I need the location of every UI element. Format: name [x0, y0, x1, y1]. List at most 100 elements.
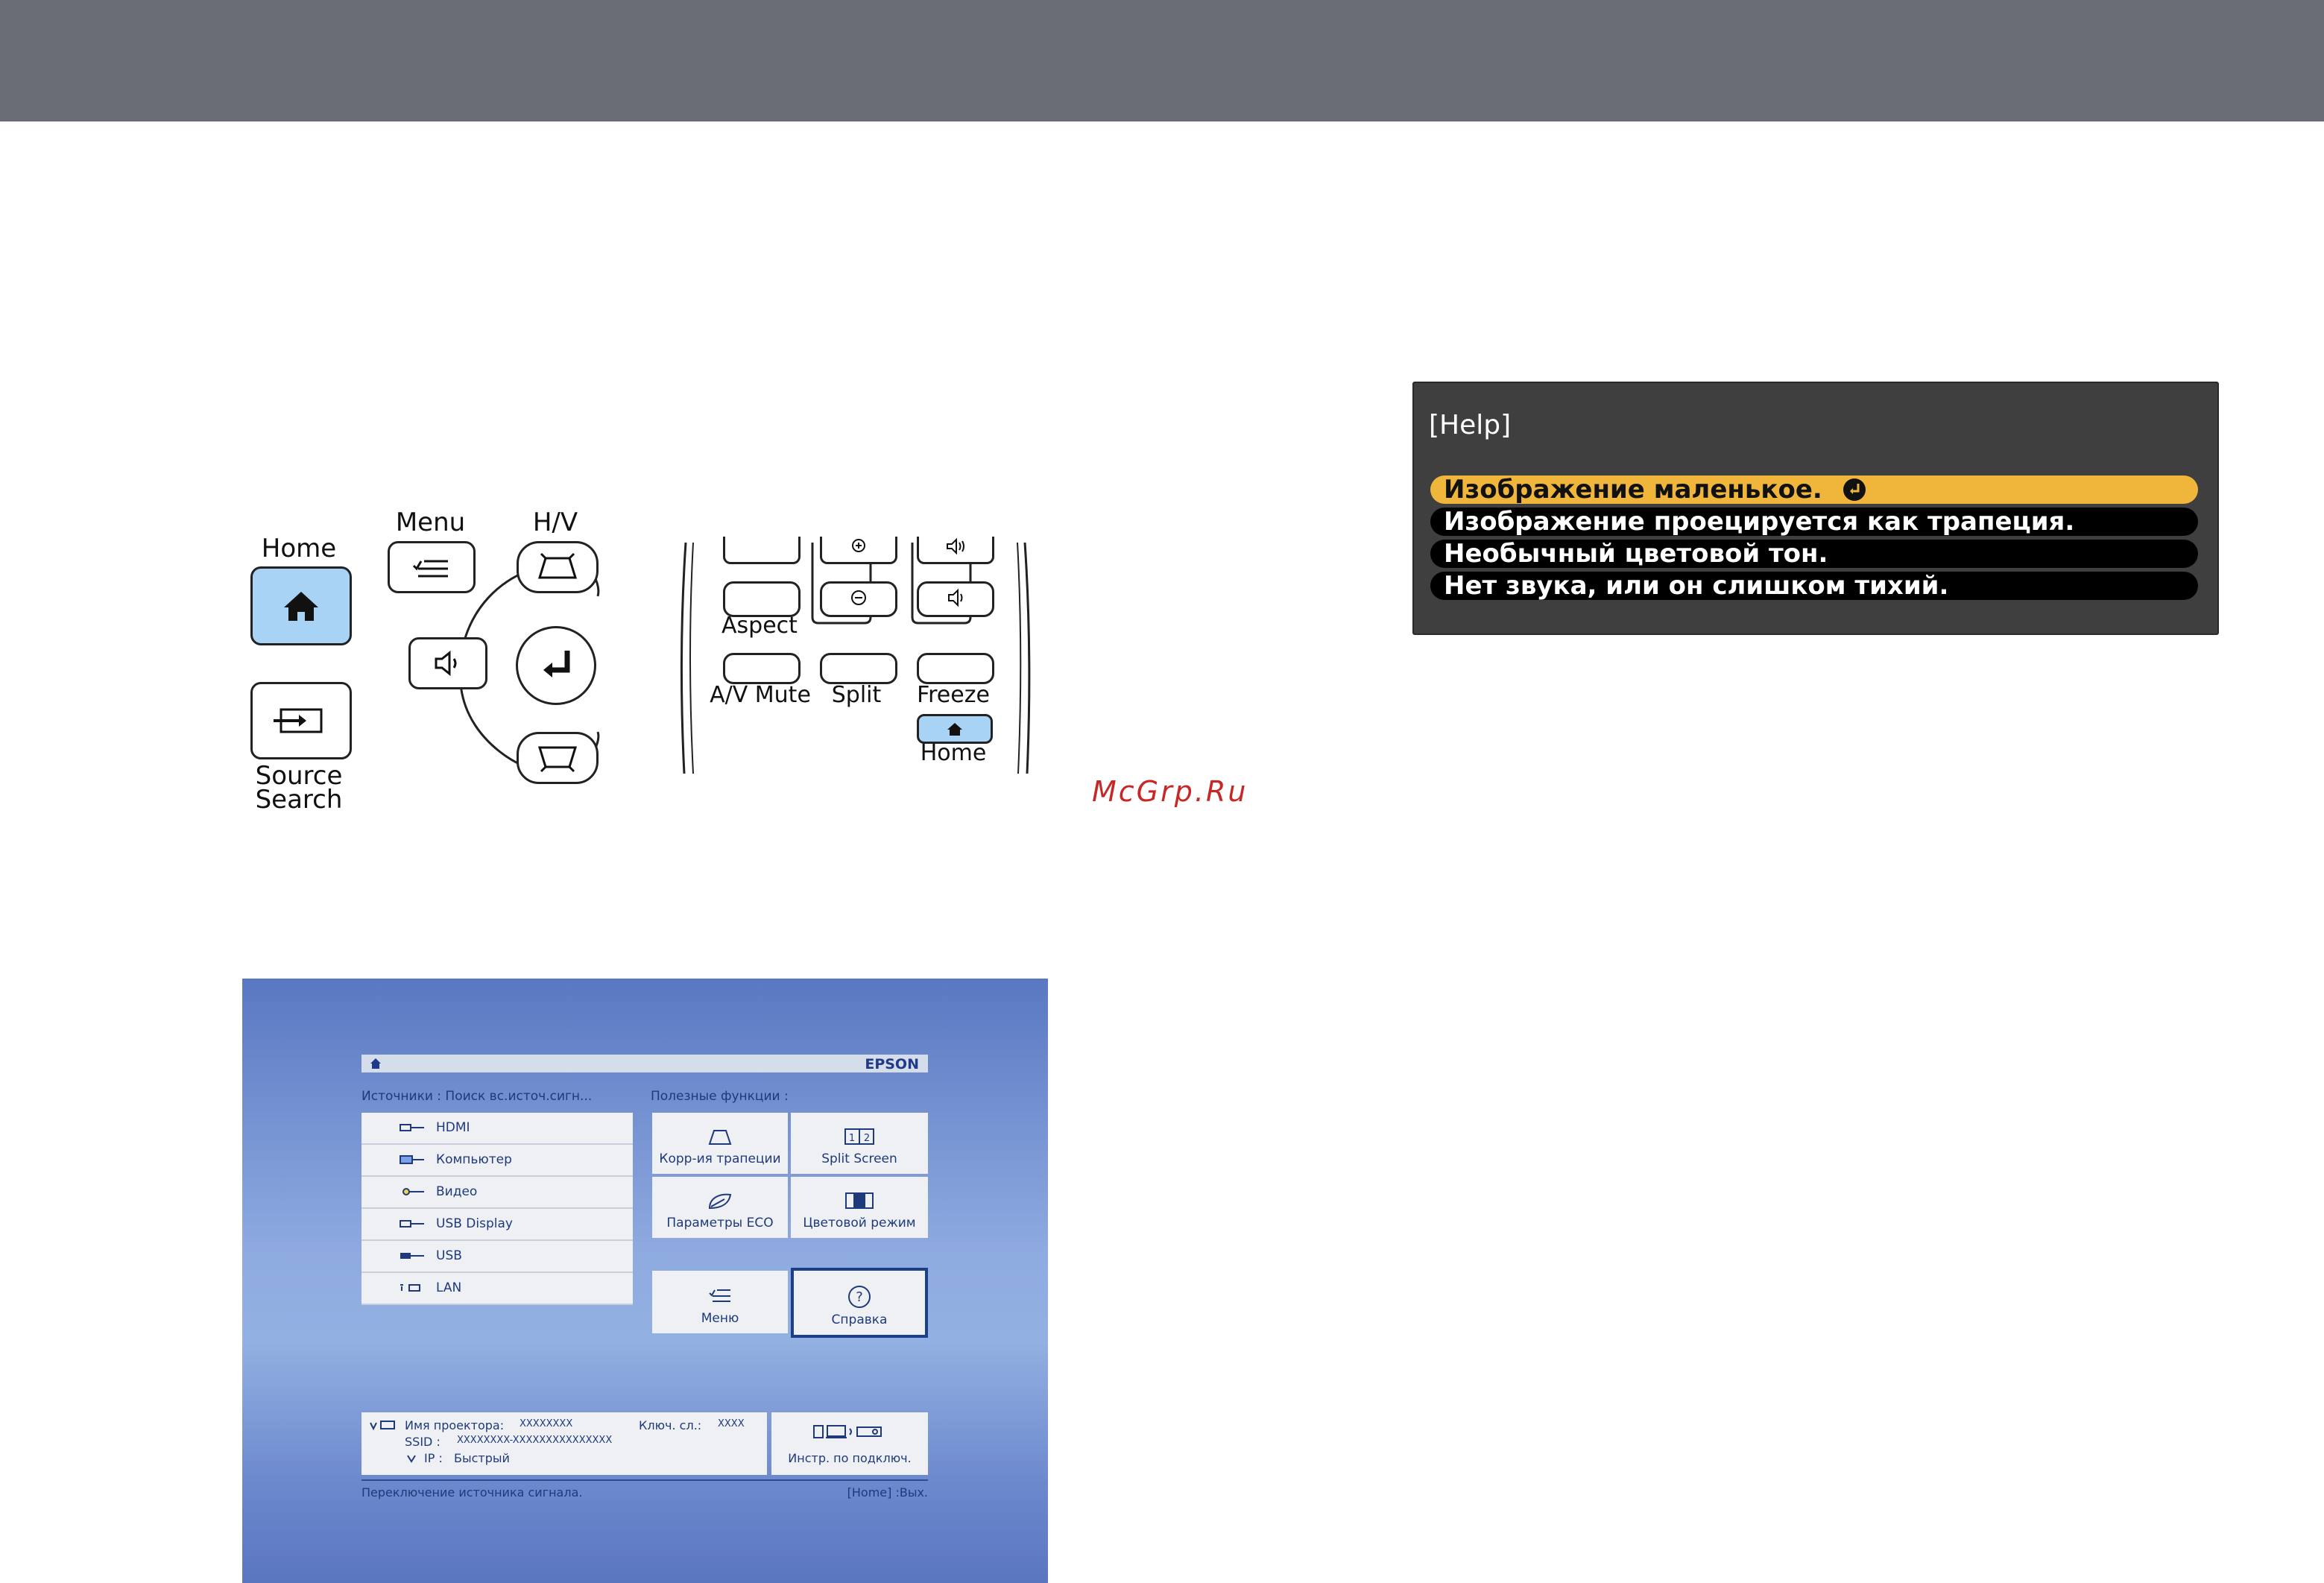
key-label: Ключ. сл.: — [639, 1418, 702, 1432]
tile-label: Split Screen — [821, 1151, 897, 1166]
enter-button[interactable] — [516, 626, 596, 705]
source-item-video[interactable]: Видео — [361, 1177, 633, 1209]
help-item[interactable]: Необычный цветовой тон. — [1430, 540, 2198, 568]
source-item-lan[interactable]: LAN — [361, 1273, 633, 1305]
home-button-small[interactable] — [917, 714, 993, 744]
enter-icon — [543, 651, 570, 677]
color-mode-tile[interactable]: Цветовой режим — [791, 1177, 928, 1238]
video-connector-icon — [402, 1188, 424, 1195]
projector-info-panel: Имя проектора: XXXXXXXX Ключ. сл.: XXXX … — [361, 1412, 767, 1475]
source-search-button[interactable] — [250, 682, 352, 759]
source-label: USB Display — [436, 1216, 513, 1231]
help-item[interactable]: Изображение проецируется как трапеция. — [1430, 508, 2198, 536]
tile-label: Цветовой режим — [803, 1216, 916, 1230]
split-screen-icon: 12 — [844, 1128, 874, 1145]
projector-home-screen: EPSON Источники : Поиск вс.источ.сигн...… — [242, 979, 1048, 1583]
help-item-selected[interactable]: Изображение маленькое. — [1430, 475, 2198, 504]
functions-heading: Полезные функции : — [651, 1089, 789, 1104]
projector-name-value: XXXXXXXX — [520, 1418, 573, 1429]
projector-name-label: Имя проектора: — [405, 1418, 505, 1432]
volume-down-small-button[interactable] — [917, 581, 994, 617]
zoom-in-button[interactable] — [820, 537, 897, 564]
split-label: Split — [831, 682, 882, 708]
key-value: XXXX — [718, 1418, 745, 1429]
ip-value: Быстрый — [454, 1451, 510, 1465]
speaker-icon — [435, 650, 457, 677]
remote-top-button-1[interactable] — [723, 537, 801, 564]
source-item-usb[interactable]: USB — [361, 1241, 633, 1273]
help-item[interactable]: Нет звука, или он слишком тихий. — [1430, 572, 2198, 600]
top-banner — [0, 0, 2324, 121]
zoom-out-icon — [851, 590, 866, 605]
eco-settings-tile[interactable]: Параметры ECO — [652, 1177, 788, 1238]
volume-down-icon — [948, 588, 963, 607]
split-screen-tile[interactable]: 12 Split Screen — [791, 1113, 928, 1174]
svg-text:?: ? — [856, 1289, 863, 1305]
watermark: McGrp.Ru — [1092, 775, 1248, 808]
aspect-label: Aspect — [721, 613, 798, 639]
tile-label: Меню — [701, 1311, 739, 1326]
home-screen-header: EPSON — [361, 1055, 928, 1072]
source-label: LAN — [436, 1280, 462, 1295]
home-icon — [370, 1058, 381, 1069]
source-label: HDMI — [436, 1120, 470, 1135]
freeze-button[interactable] — [917, 653, 994, 684]
hdmi-connector-icon — [400, 1124, 424, 1131]
wifi-icon — [407, 1455, 416, 1463]
source-item-hdmi[interactable]: HDMI — [361, 1113, 633, 1145]
color-mode-icon — [845, 1192, 874, 1209]
home-icon — [284, 592, 318, 621]
help-title: [Help] — [1429, 410, 1512, 440]
devices-icon — [813, 1425, 882, 1438]
help-tile[interactable]: ? Справка — [791, 1268, 928, 1338]
menu-tile[interactable]: Меню — [652, 1271, 788, 1333]
leaf-icon — [708, 1193, 732, 1210]
freeze-label: Freeze — [917, 682, 990, 708]
zoom-in-icon — [852, 539, 865, 552]
tile-label: Корр-ия трапеции — [659, 1151, 781, 1166]
home-label: Home — [261, 534, 337, 563]
enter-icon — [1843, 478, 1866, 501]
av-mute-button[interactable] — [723, 653, 801, 684]
menu-list-icon — [709, 1289, 730, 1302]
keystone-tile[interactable]: Корр-ия трапеции — [652, 1113, 788, 1174]
brand-logo: EPSON — [865, 1056, 919, 1072]
source-search-label-2: Search — [255, 785, 343, 815]
split-button[interactable] — [820, 653, 897, 684]
home-button[interactable] — [250, 566, 352, 645]
volume-up-icon — [947, 537, 964, 555]
source-list: HDMI Компьютер Видео USB Display USB LAN — [361, 1113, 633, 1305]
svg-text:1: 1 — [849, 1133, 855, 1144]
home-small-label: Home — [920, 740, 987, 766]
usb-icon — [400, 1253, 424, 1259]
keystone-down-button[interactable] — [517, 732, 599, 784]
volume-up-button[interactable] — [917, 537, 994, 564]
av-mute-label: A/V Mute — [710, 682, 811, 708]
keystone-down-icon — [537, 746, 578, 773]
zoom-out-button[interactable] — [820, 581, 897, 617]
network-icon — [370, 1421, 395, 1430]
volume-down-button[interactable] — [408, 637, 487, 689]
connection-guide-label: Инстр. по подключ. — [788, 1451, 912, 1465]
ssid-value: XXXXXXXX-XXXXXXXXXXXXXXX — [457, 1435, 613, 1446]
help-item-text: Нет звука, или он слишком тихий. — [1444, 571, 1949, 601]
aspect-button[interactable] — [723, 581, 801, 617]
svg-text:2: 2 — [864, 1133, 870, 1144]
home-icon — [947, 723, 962, 736]
usb-display-icon — [400, 1220, 424, 1227]
tile-label: Параметры ECO — [666, 1216, 774, 1230]
tile-label: Справка — [831, 1312, 888, 1327]
hv-label: H/V — [532, 508, 578, 537]
ip-label: IP : — [424, 1451, 443, 1465]
source-label: Видео — [436, 1184, 478, 1199]
source-label: Компьютер — [436, 1152, 512, 1167]
help-question-icon: ? — [848, 1286, 871, 1308]
help-item-text: Необычный цветовой тон. — [1444, 539, 1828, 569]
connection-guide-tile[interactable]: Инстр. по подключ. — [771, 1412, 928, 1475]
keystone-up-button[interactable] — [517, 541, 599, 593]
sources-heading: Источники : Поиск вс.источ.сигн... — [361, 1089, 593, 1104]
keystone-up-icon — [537, 552, 578, 579]
source-item-computer[interactable]: Компьютер — [361, 1145, 633, 1177]
footer-divider — [361, 1479, 928, 1481]
source-item-usb-display[interactable]: USB Display — [361, 1209, 633, 1241]
